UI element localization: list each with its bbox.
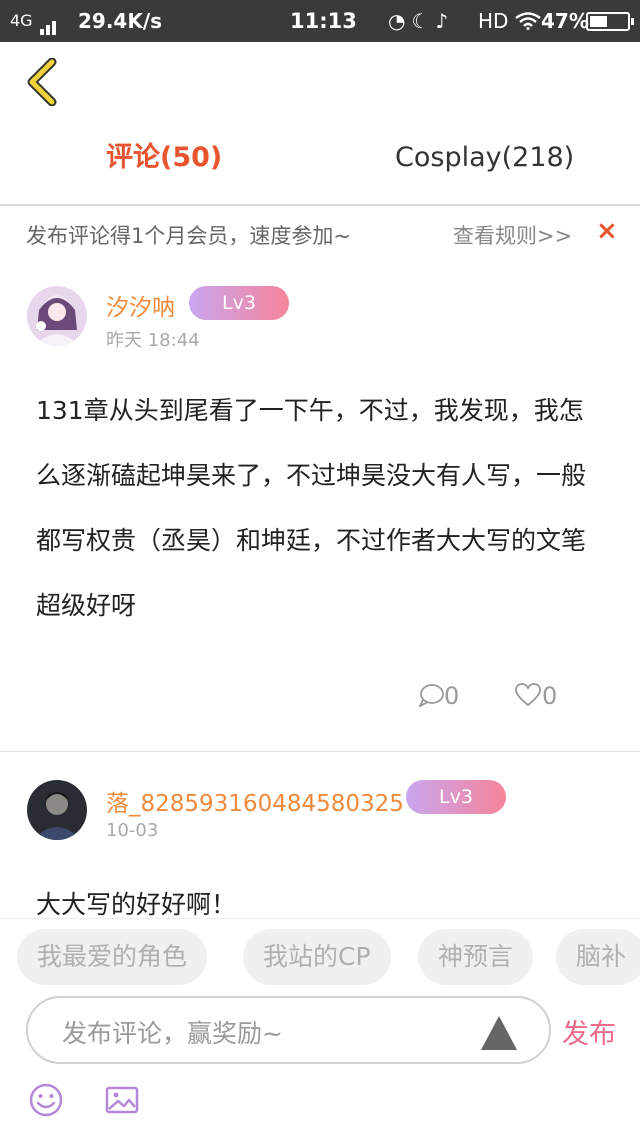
comment-time: 昨天 18:44 [106,330,200,351]
topic-tag[interactable]: 我最爱的角色 [17,929,208,985]
publish-button[interactable]: 发布 [562,1012,616,1051]
view-rules-link[interactable]: 查看规则>> [453,220,572,250]
moon-icon: ☾ [411,9,436,33]
hd-label: HD [478,9,509,33]
back-button[interactable] [22,57,62,107]
topic-tag[interactable]: 脑补 [556,929,640,985]
comment-text: 大大写的好好啊！ [36,890,237,918]
battery-percent: 47% [541,9,589,33]
like-button[interactable]: 0 [514,682,557,710]
input-placeholder: 发布评论，赢奖励~ [62,1019,283,1048]
topic-tag-bar: 我最爱的角色 我站的CP 神预言 脑补 [0,918,640,994]
clock: 11:13 [290,9,357,33]
like-count: 0 [542,682,558,710]
battery-fill [590,16,607,27]
level-badge: Lv3 [406,780,506,814]
hd-indicator: HD [478,9,541,33]
comment-input-bar: 发布评论，赢奖励~ 发布 [0,994,640,1138]
comment-item: 落_828593160484580325 Lv3 10-03 大大写的好好啊！ [0,752,640,918]
network-type: 4G [10,11,33,30]
tab-comments[interactable]: 评论(50) [106,140,222,176]
comment-item: 汐汐呐 Lv3 昨天 18:44 131章从头到尾看了一下午，不过，我发现，我怎… [0,260,640,752]
image-button[interactable] [104,1082,140,1118]
reply-count: 0 [444,682,460,710]
topic-tag[interactable]: 我站的CP [243,929,391,985]
promo-notice: 发布评论得1个月会员，速度参加~ 查看规则>> × [0,208,640,260]
mute-icon: ♪ [435,9,455,33]
network-speed: 29.4K/s [78,9,163,33]
username[interactable]: 落_828593160484580325 [106,784,404,818]
heart-icon [515,683,541,707]
wifi-icon [515,12,541,30]
notice-text: 发布评论得1个月会员，速度参加~ [26,224,351,248]
comment-page: 4G 29.4K/s 11:13 ◔☾♪ HD 47% 评论(50) Cospl… [0,0,640,1138]
reply-button[interactable]: 0 [417,682,460,710]
emoji-button[interactable] [28,1082,64,1118]
topic-tag[interactable]: 神预言 [418,929,534,985]
comment-bubble-icon [417,684,444,709]
triangle-icon[interactable] [481,1016,517,1050]
image-icon [105,1086,139,1114]
level-badge: Lv3 [189,286,289,320]
avatar[interactable] [27,780,87,840]
avatar[interactable] [27,286,87,346]
comment-time: 10-03 [106,820,159,841]
status-icons: ◔☾♪ [388,9,454,33]
comment-input[interactable]: 发布评论，赢奖励~ [26,996,551,1064]
signal-bars-icon [39,11,58,35]
tab-bar: 评论(50) Cosplay(218) [0,126,640,206]
alarm-icon: ◔ [388,9,412,33]
smiley-icon [29,1083,63,1117]
comment-text: 131章从头到尾看了一下午，不过，我发现，我怎么逐渐磕起坤昊来了，不过坤昊没大有… [36,396,587,620]
username[interactable]: 汐汐呐 [106,288,175,322]
status-bar: 4G 29.4K/s 11:13 ◔☾♪ HD 47% [0,0,640,42]
signal-indicator: 4G [10,9,58,35]
close-icon[interactable]: × [596,216,618,246]
tab-cosplay[interactable]: Cosplay(218) [395,140,574,176]
chevron-left-icon [27,57,57,107]
battery-icon [586,12,634,31]
